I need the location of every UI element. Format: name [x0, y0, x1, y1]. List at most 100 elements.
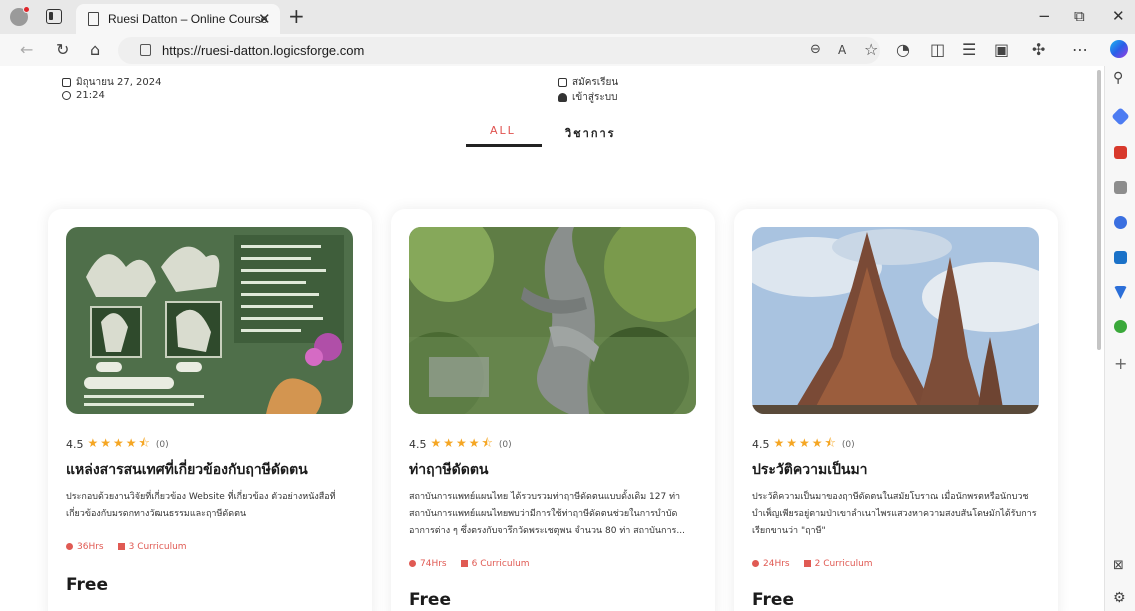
course-title[interactable]: ท่าฤาษีดัดตน — [409, 459, 704, 481]
course-price: Free — [409, 590, 451, 610]
tab-close-icon[interactable]: ✕ — [258, 10, 271, 28]
course-rating: 4.5 ★★★★⯪ (0) — [409, 434, 512, 455]
course-title[interactable]: แหล่งสารสนเทศที่เกี่ยวข้องกับฤาษีดัดตน — [66, 459, 361, 481]
course-rating: 4.5 ★★★★⯪ (0) — [66, 434, 169, 455]
add-sidebar-icon[interactable]: + — [1114, 354, 1127, 374]
new-tab-icon[interactable]: + — [288, 5, 305, 27]
tab-title: Ruesi Datton – Online Course — [108, 12, 268, 26]
course-price: Free — [752, 590, 794, 610]
course-curriculum: 6 Curriculum — [471, 559, 530, 569]
favorites-list-icon[interactable]: ☰ — [962, 40, 976, 60]
register-icon — [558, 78, 567, 87]
copilot-icon[interactable] — [1110, 40, 1128, 58]
curriculum-item: 2 Curriculum — [803, 559, 873, 569]
course-card[interactable]: 4.5 ★★★★⯪ (0) ท่าฤาษีดัดตน สถาบันการแพทย… — [391, 209, 715, 611]
tools-icon[interactable] — [1114, 146, 1127, 159]
games-icon[interactable] — [1114, 320, 1127, 333]
register-text: สมัครเรียน — [572, 77, 619, 88]
outlook-icon[interactable] — [1114, 251, 1127, 264]
course-curriculum: 3 Curriculum — [128, 542, 187, 552]
lock-icon[interactable] — [140, 44, 151, 56]
zoom-icon[interactable]: ⊖ — [810, 40, 821, 60]
login-link[interactable]: เข้าสู่ระบบ — [558, 90, 617, 105]
course-description: ประกอบด้วยงานวิจัยที่เกี่ยวข้อง Website … — [66, 492, 336, 519]
course-thumbnail[interactable] — [409, 227, 696, 414]
book-icon — [117, 543, 125, 550]
browser-tab[interactable]: Ruesi Datton – Online Course ✕ — [76, 4, 280, 34]
split-screen-icon[interactable]: ◫ — [930, 40, 945, 60]
browser-toolbar: ← ↻ ⌂ https://ruesi-datton.logicsforge.c… — [0, 34, 1135, 66]
course-title[interactable]: ประวัติความเป็นมา — [752, 459, 1047, 481]
notification-dot — [23, 6, 30, 13]
user-icon — [558, 93, 567, 102]
collections-icon[interactable]: ▣ — [994, 40, 1009, 60]
tab-actions-icon[interactable] — [46, 9, 62, 24]
register-link[interactable]: สมัครเรียน — [558, 75, 618, 90]
shopping-icon[interactable] — [1114, 286, 1127, 299]
star-rating-icon: ★★★★⯪ — [430, 436, 495, 450]
course-meta: 74Hrs 6 Curriculum — [409, 559, 530, 569]
filter-all[interactable]: ALL — [490, 124, 516, 137]
browser-essentials-icon[interactable]: ◔ — [896, 40, 910, 60]
hours-item: 36Hrs — [66, 542, 104, 552]
rating-value: 4.5 — [409, 438, 427, 451]
time-display: 21:24 — [62, 90, 105, 101]
curriculum-item: 3 Curriculum — [117, 542, 187, 552]
course-card[interactable]: 4.5 ★★★★⯪ (0) แหล่งสารสนเทศที่เกี่ยวข้อง… — [48, 209, 372, 611]
page-scrollbar[interactable] — [1097, 70, 1101, 350]
course-hours: 74Hrs — [420, 559, 447, 569]
back-icon[interactable]: ← — [20, 40, 33, 60]
settings-icon[interactable]: ⚙ — [1113, 588, 1126, 608]
time-text: 21:24 — [76, 90, 105, 101]
course-card[interactable]: 4.5 ★★★★⯪ (0) ประวัติความเป็นมา ประวัติค… — [734, 209, 1058, 611]
search-icon[interactable]: ⚲ — [1113, 68, 1123, 88]
calendar-icon — [62, 78, 71, 87]
address-bar[interactable]: https://ruesi-datton.logicsforge.com — [118, 37, 880, 64]
m365-icon[interactable] — [1114, 216, 1127, 229]
hours-item: 74Hrs — [409, 559, 447, 569]
read-aloud-icon[interactable]: A — [838, 40, 846, 60]
favorite-icon[interactable]: ☆ — [864, 40, 878, 60]
refresh-icon[interactable]: ↻ — [56, 40, 69, 60]
star-rating-icon: ★★★★⯪ — [773, 436, 838, 450]
review-count: (0) — [155, 439, 169, 450]
web-page: มิถุนายน 27, 2024 21:24 สมัครเรียน เข้าส… — [0, 66, 1104, 611]
minimize-button[interactable]: − — [1038, 7, 1051, 25]
extensions-icon[interactable]: ✣ — [1032, 40, 1045, 60]
browser-sidebar: ⚲ + ⊠ ⚙ — [1104, 66, 1135, 611]
clock-icon — [409, 560, 416, 567]
rating-value: 4.5 — [752, 438, 770, 451]
star-rating-icon: ★★★★⯪ — [87, 436, 152, 450]
course-hours: 36Hrs — [77, 542, 104, 552]
tag-icon[interactable] — [1111, 107, 1130, 126]
page-icon — [88, 12, 99, 26]
course-thumbnail[interactable] — [66, 227, 353, 414]
book-icon — [803, 560, 811, 567]
course-curriculum: 2 Curriculum — [814, 559, 873, 569]
course-thumbnail[interactable] — [752, 227, 1039, 414]
curriculum-item: 6 Curriculum — [460, 559, 530, 569]
people-icon[interactable] — [1114, 181, 1127, 194]
review-count: (0) — [498, 439, 512, 450]
course-rating: 4.5 ★★★★⯪ (0) — [752, 434, 855, 455]
home-icon[interactable]: ⌂ — [90, 40, 100, 60]
active-filter-underline — [466, 144, 542, 147]
clock-icon — [62, 91, 71, 100]
filter-academic[interactable]: วิชาการ — [565, 124, 616, 142]
review-count: (0) — [841, 439, 855, 450]
hide-sidebar-icon[interactable]: ⊠ — [1113, 556, 1124, 576]
course-hours: 24Hrs — [763, 559, 790, 569]
course-description: สถาบันการแพทย์แผนไทย ได้รวบรวมท่าฤาษีดัด… — [409, 492, 685, 536]
course-meta: 36Hrs 3 Curriculum — [66, 542, 187, 552]
more-icon[interactable]: ⋯ — [1072, 40, 1088, 60]
book-icon — [460, 560, 468, 567]
close-window-button[interactable]: ✕ — [1112, 7, 1125, 25]
login-text: เข้าสู่ระบบ — [572, 92, 618, 103]
clock-icon — [752, 560, 759, 567]
date-text: มิถุนายน 27, 2024 — [76, 77, 162, 88]
course-meta: 24Hrs 2 Curriculum — [752, 559, 873, 569]
url-text: https://ruesi-datton.logicsforge.com — [162, 43, 365, 58]
restore-button[interactable]: ⧉ — [1074, 7, 1085, 25]
hours-item: 24Hrs — [752, 559, 790, 569]
course-description: ประวัติความเป็นมาของฤาษีดัดตนในสมัยโบราณ… — [752, 492, 1037, 536]
